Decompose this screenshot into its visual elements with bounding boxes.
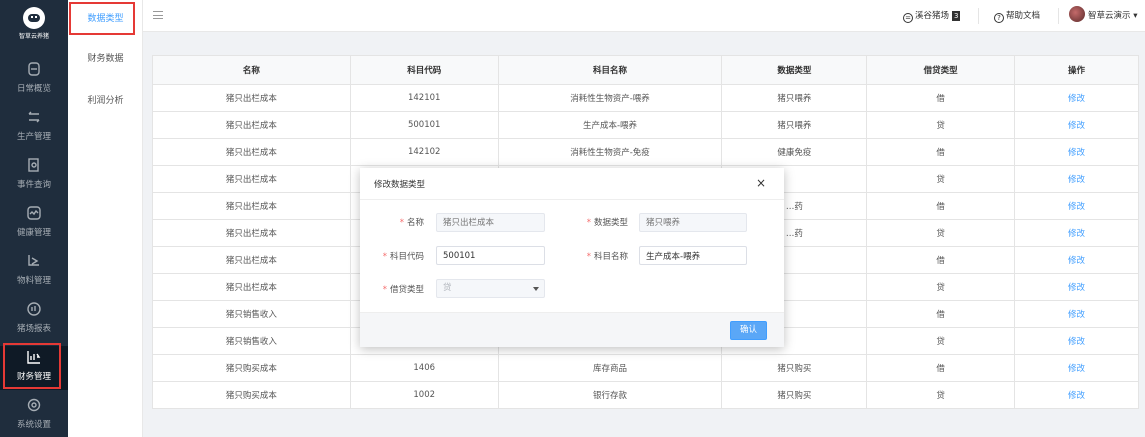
data-type-label: * 数据类型 [586, 218, 628, 228]
dialog-footer: 确认 [360, 312, 784, 347]
confirm-button[interactable]: 确认 [730, 321, 767, 340]
debit-credit-label: * 借贷类型 [382, 285, 424, 295]
data-type-field [639, 213, 747, 232]
name-field [436, 213, 545, 232]
close-icon[interactable]: × [756, 176, 766, 190]
dialog-title: 修改数据类型 [374, 180, 426, 190]
chevron-down-icon [533, 287, 539, 291]
dialog-header: 修改数据类型 × [360, 168, 784, 200]
subject-code-input[interactable] [436, 246, 545, 265]
subject-name-label: * 科目名称 [586, 252, 628, 262]
subject-code-label: * 科目代码 [382, 252, 424, 262]
name-label: * 名称 [399, 218, 424, 228]
debit-credit-value: 贷 [443, 283, 452, 293]
edit-data-type-dialog: 修改数据类型 × *名称 *数据类型 *科目代码 *科目名称 *借贷类型 贷 确… [360, 168, 784, 347]
subject-name-input[interactable] [639, 246, 747, 265]
debit-credit-select[interactable]: 贷 [436, 279, 545, 298]
